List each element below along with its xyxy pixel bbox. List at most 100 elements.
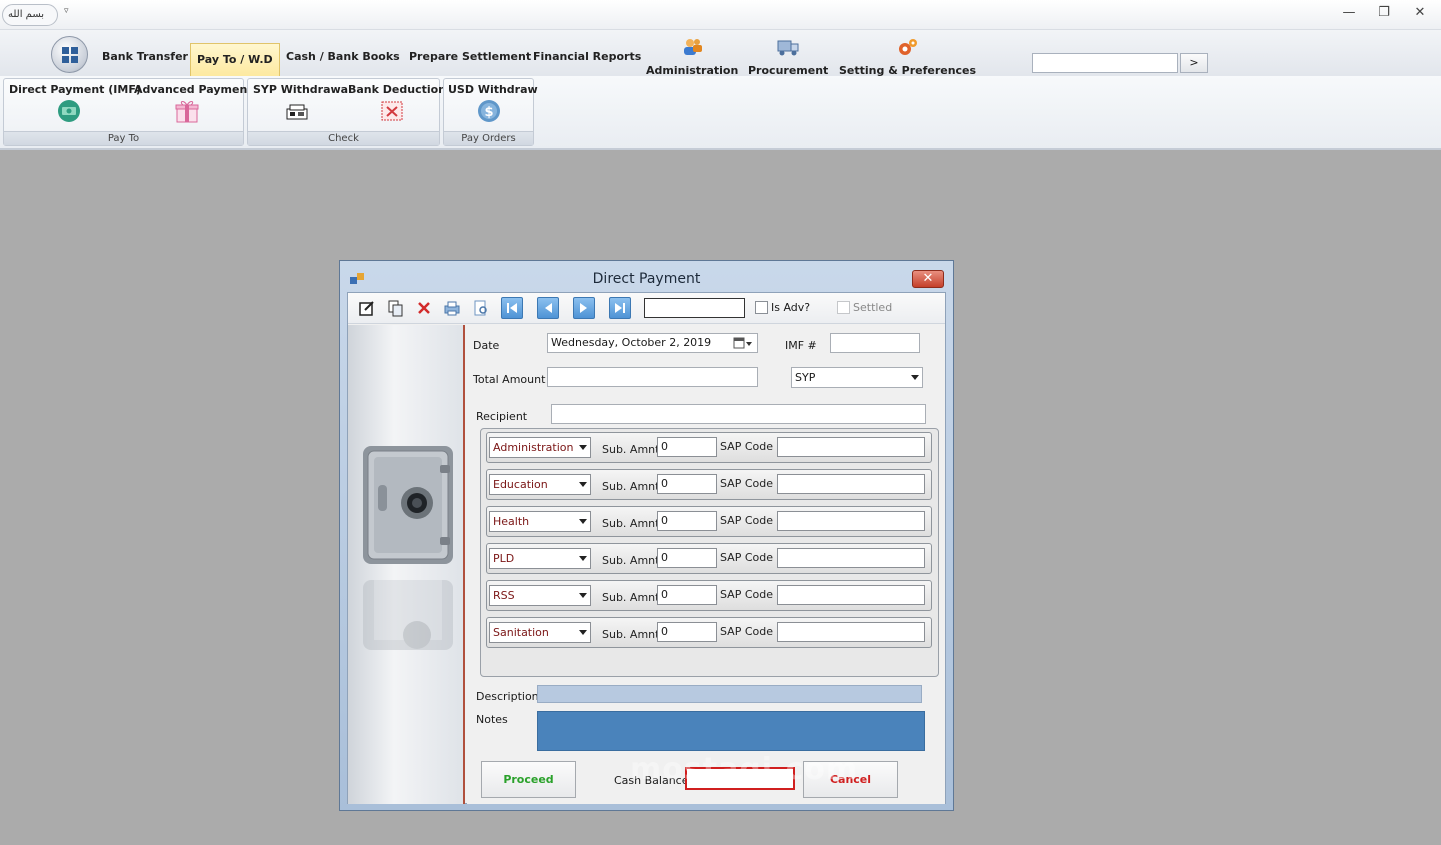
advanced-payment-button[interactable]: Advanced Payment [134, 83, 253, 123]
record-search-input[interactable] [644, 298, 745, 318]
notes-textarea[interactable] [537, 711, 925, 751]
direct-payment-imf-label: Direct Payment (IMF) [9, 83, 141, 96]
settled-checkbox [837, 301, 850, 314]
bank-deduction-label: Bank Deduction [348, 83, 447, 96]
restore-button[interactable]: ❐ [1374, 5, 1394, 21]
tab-procurement[interactable]: Procurement [742, 34, 834, 77]
total-amount-input[interactable] [547, 367, 758, 387]
dialog-title: Direct Payment [592, 271, 701, 287]
safe-icon [363, 446, 453, 564]
ribbon-tabs: Bank Transfer Pay To / W.D Cash / Bank B… [0, 30, 1441, 77]
last-record-icon [615, 303, 625, 313]
delete-icon[interactable] [415, 299, 433, 317]
sap-code-input[interactable] [777, 548, 925, 568]
direct-payment-dialog: Direct Payment ✕ Is Adv? Settled Date We… [339, 260, 954, 811]
last-record-button[interactable] [609, 297, 631, 319]
category-select[interactable]: Sanitation [489, 622, 591, 643]
category-value: Administration [493, 441, 574, 454]
next-record-button[interactable] [573, 297, 595, 319]
sub-amount-label: Sub. Amnt [602, 628, 660, 641]
sub-amount-input[interactable]: 0 [657, 622, 717, 642]
description-label: Description [476, 690, 539, 703]
preview-icon[interactable] [472, 299, 490, 317]
recipient-input[interactable] [551, 404, 926, 424]
description-input[interactable] [537, 685, 922, 703]
is-adv-checkbox[interactable] [755, 301, 768, 314]
date-value: Wednesday, October 2, 2019 [551, 336, 712, 349]
category-select[interactable]: Health [489, 511, 591, 532]
previous-record-button[interactable] [537, 297, 559, 319]
imf-number-input[interactable] [830, 333, 920, 353]
search-input[interactable] [1032, 53, 1178, 73]
minimize-button[interactable]: — [1339, 5, 1359, 21]
sub-amount-input[interactable]: 0 [657, 548, 717, 568]
allocation-row: Education Sub. Amnt 0 SAP Code [486, 469, 932, 500]
gift-icon [175, 101, 199, 123]
category-value: Sanitation [493, 626, 549, 639]
safe-reflection [363, 580, 453, 650]
tab-financial-reports[interactable]: Financial Reports [527, 42, 647, 72]
proceed-button[interactable]: Proceed [481, 761, 576, 798]
print-icon[interactable] [443, 299, 461, 317]
category-value: PLD [493, 552, 515, 565]
sap-code-input[interactable] [777, 585, 925, 605]
imf-label: IMF # [785, 339, 817, 352]
tab-bank-transfer[interactable]: Bank Transfer [96, 42, 194, 72]
qat-label: بسم الله [8, 9, 45, 20]
allocation-row: PLD Sub. Amnt 0 SAP Code [486, 543, 932, 574]
edit-icon[interactable] [358, 299, 376, 317]
sub-amount-label: Sub. Amnt [602, 554, 660, 567]
sub-amount-input[interactable]: 0 [657, 585, 717, 605]
chevron-down-icon [579, 593, 587, 598]
syp-withdrawal-label: SYP Withdrawal [253, 83, 352, 96]
category-select[interactable]: Administration [489, 437, 591, 458]
category-value: Health [493, 515, 530, 528]
qat-dropdown-icon[interactable]: ▿ [64, 6, 69, 16]
tab-setting-preferences[interactable]: Setting & Preferences [833, 34, 982, 77]
gears-icon [898, 39, 917, 55]
category-select[interactable]: Education [489, 474, 591, 495]
bank-deduction-button[interactable]: Bank Deduction [348, 83, 446, 123]
first-record-button[interactable] [501, 297, 523, 319]
sub-amount-input[interactable]: 0 [657, 474, 717, 494]
group-check: SYP Withdrawal Bank Deduction Check [247, 78, 446, 146]
direct-payment-imf-button[interactable]: Direct Payment (IMF) [9, 83, 141, 123]
usd-withdraw-button[interactable]: USD Withdraw $ [448, 83, 538, 123]
sap-code-input[interactable] [777, 437, 925, 457]
administrator-icon [684, 39, 703, 55]
sap-code-input[interactable] [777, 474, 925, 494]
cash-stack-icon [286, 104, 308, 120]
sap-code-input[interactable] [777, 622, 925, 642]
close-window-button[interactable]: ✕ [1410, 5, 1430, 21]
allocation-row: Sanitation Sub. Amnt 0 SAP Code [486, 617, 932, 648]
record-toolbar: Is Adv? Settled [348, 293, 945, 324]
tab-pay-to-wd[interactable]: Pay To / W.D [190, 43, 280, 76]
total-amount-label: Total Amount [473, 373, 546, 386]
application-menu-button[interactable] [51, 36, 88, 73]
currency-select[interactable]: SYP [791, 367, 923, 388]
allocation-row: Administration Sub. Amnt 0 SAP Code [486, 432, 932, 463]
copy-icon[interactable] [387, 299, 405, 317]
quick-access-toolbar[interactable]: بسم الله [2, 4, 58, 26]
money-coin-icon [58, 100, 80, 122]
date-picker[interactable]: Wednesday, October 2, 2019 [547, 333, 758, 353]
tab-cash-bank-books[interactable]: Cash / Bank Books [280, 42, 406, 72]
settled-label: Settled [853, 301, 893, 314]
group-pay-to: Direct Payment (IMF) Advanced Payment Pa… [3, 78, 253, 146]
sub-amount-input[interactable]: 0 [657, 511, 717, 531]
syp-withdrawal-button[interactable]: SYP Withdrawal [253, 83, 352, 123]
chevron-down-icon [579, 482, 587, 487]
sap-code-label: SAP Code [720, 477, 774, 490]
title-bar: بسم الله ▿ — ❐ ✕ [0, 0, 1441, 30]
dialog-close-button[interactable]: ✕ [912, 270, 944, 288]
category-select[interactable]: PLD [489, 548, 591, 569]
category-select[interactable]: RSS [489, 585, 591, 606]
notes-label: Notes [476, 713, 508, 726]
sap-code-input[interactable] [777, 511, 925, 531]
sub-amount-input[interactable]: 0 [657, 437, 717, 457]
tab-administration[interactable]: Administration [640, 34, 744, 77]
tab-prepare-settlement[interactable]: Prepare Settlement [403, 42, 537, 72]
calendar-dropdown-icon[interactable] [733, 337, 753, 350]
search-go-button[interactable]: > [1180, 53, 1208, 73]
sap-code-label: SAP Code [720, 625, 774, 638]
